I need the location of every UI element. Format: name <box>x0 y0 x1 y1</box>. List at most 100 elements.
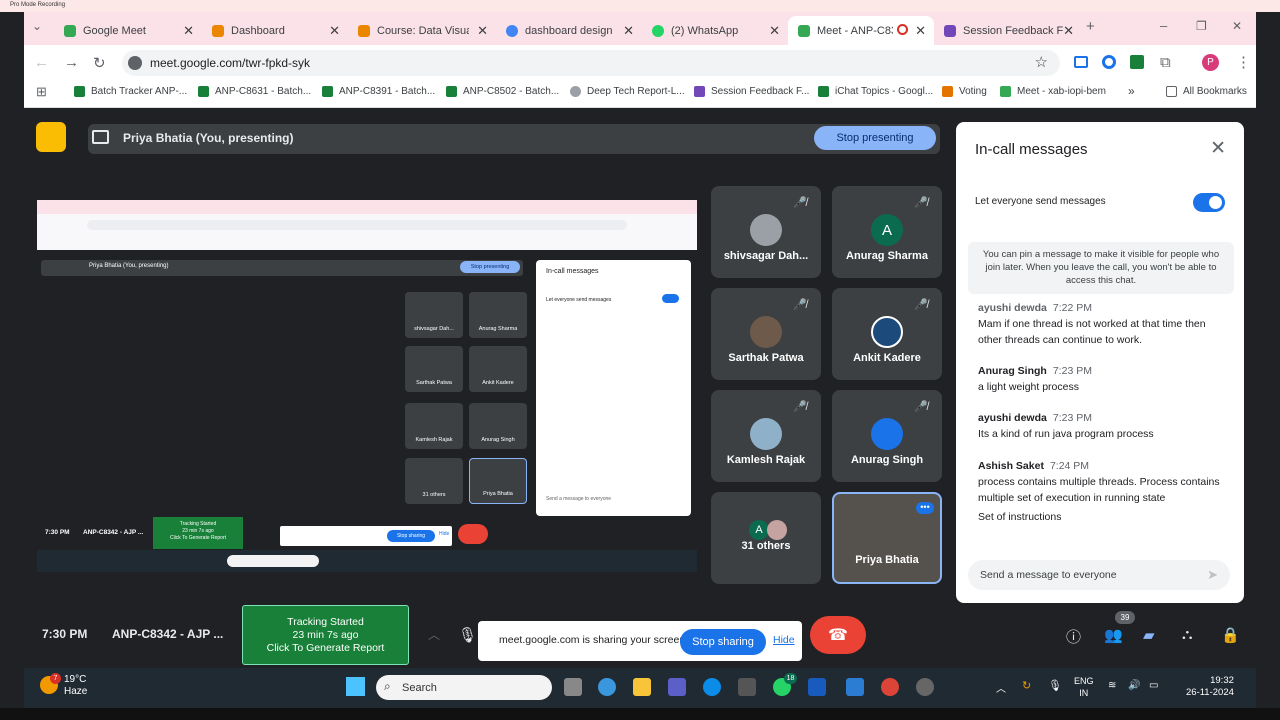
more-options-icon[interactable]: ••• <box>916 502 934 514</box>
participant-tile[interactable]: 🎤̸ Kamlesh Rajak <box>711 390 821 482</box>
bookmark-session-feedback[interactable]: Session Feedback F... <box>694 86 809 97</box>
tab-meet-active[interactable]: Meet - ANP-C83 ✕ <box>788 16 934 45</box>
all-bookmarks[interactable]: All Bookmarks <box>1166 86 1247 97</box>
site-info-icon[interactable] <box>128 56 142 70</box>
chat-icon[interactable]: ▰ <box>1143 626 1155 644</box>
address-bar[interactable]: meet.google.com/twr-fpkd-syk ☆ <box>122 50 1060 76</box>
new-tab-button[interactable]: + <box>1086 18 1095 35</box>
send-icon[interactable]: ➤ <box>1207 567 1218 583</box>
participant-tile[interactable]: 🎤̸ shivsagar Dah... <box>711 186 821 278</box>
maximize-button[interactable]: ❐ <box>1196 19 1207 33</box>
participant-tile[interactable]: 🎤̸ Anurag Singh <box>832 390 942 482</box>
volume-icon[interactable]: 🔊 <box>1128 680 1140 691</box>
profile-avatar[interactable]: P <box>1202 54 1219 71</box>
extension-icon[interactable] <box>1102 55 1116 69</box>
chevron-up-icon[interactable]: ︿ <box>428 626 440 643</box>
language-indicator[interactable]: ENG IN <box>1074 675 1094 699</box>
close-icon[interactable]: ✕ <box>1210 137 1226 160</box>
participant-tile[interactable]: 🎤̸ Sarthak Patwa <box>711 288 821 380</box>
mini-toggle <box>662 294 679 303</box>
mini-tile: Ankit Kadere <box>469 346 527 392</box>
windows-start-icon[interactable] <box>346 677 365 696</box>
chat-input[interactable]: Send a message to everyone ➤ <box>968 560 1230 590</box>
cast-icon[interactable] <box>1074 56 1088 68</box>
close-tab-icon[interactable]: ✕ <box>329 23 340 39</box>
chevron-up-tray-icon[interactable]: ︿ <box>996 680 1006 695</box>
close-tab-icon[interactable]: ✕ <box>769 23 780 39</box>
tab-whatsapp[interactable]: (2) WhatsApp ✕ <box>642 16 788 45</box>
allow-messages-toggle[interactable] <box>1193 193 1225 212</box>
others-tile[interactable]: A 31 others <box>711 492 821 584</box>
tab-dashboard[interactable]: Dashboard ✕ <box>202 16 348 45</box>
sync-icon[interactable]: ↻ <box>1022 679 1031 692</box>
extensions-puzzle-icon[interactable]: ⧉ <box>1160 54 1171 71</box>
tab-session-feedback[interactable]: Session Feedback F ✕ <box>934 16 1082 45</box>
tab-course[interactable]: Course: Data Visualiz ✕ <box>348 16 496 45</box>
bookmark-ichat[interactable]: iChat Topics - Googl... <box>818 86 933 97</box>
bookmark-c8631[interactable]: ANP-C8631 - Batch... <box>198 86 311 97</box>
meet-favicon <box>64 24 76 37</box>
self-video-tile[interactable]: ••• Priya Bhatia <box>832 492 942 584</box>
message-text: a light weight process <box>978 381 1079 393</box>
taskbar-clock[interactable]: 19:32 26-11-2024 <box>1186 675 1234 699</box>
mic-tray-icon[interactable]: 🎙 <box>1048 679 1062 692</box>
chrome-icon[interactable] <box>881 678 899 696</box>
task-view-icon[interactable] <box>564 678 582 696</box>
battery-icon[interactable]: ▭ <box>1149 680 1158 691</box>
forward-arrow-icon[interactable]: → <box>64 54 79 71</box>
weather-widget[interactable]: 19°C Haze <box>64 674 87 698</box>
hide-button[interactable]: Hide <box>773 634 795 646</box>
minimize-button[interactable]: – <box>1160 18 1167 33</box>
menu-kebab-icon[interactable]: ⋮ <box>1236 53 1251 71</box>
close-tab-icon[interactable]: ✕ <box>623 23 634 39</box>
close-tab-icon[interactable]: ✕ <box>183 23 194 39</box>
stop-presenting-button[interactable]: Stop presenting <box>814 126 936 150</box>
close-window-button[interactable]: ✕ <box>1232 19 1242 33</box>
file-explorer-icon[interactable] <box>633 678 651 696</box>
tracker-extension-icon[interactable] <box>1130 55 1144 69</box>
meeting-details-icon[interactable]: ⓘ <box>1066 626 1081 647</box>
bookmark-star-icon[interactable]: ☆ <box>1035 53 1048 71</box>
close-tab-icon[interactable]: ✕ <box>1063 23 1074 39</box>
bookmark-deep-tech[interactable]: Deep Tech Report-L... <box>570 86 685 97</box>
bookmarks-overflow-icon[interactable]: » <box>1128 84 1135 98</box>
tab-dashboard-design[interactable]: dashboard design in ✕ <box>496 16 642 45</box>
copilot-icon[interactable] <box>598 678 616 696</box>
settings-gear-icon[interactable] <box>916 678 934 696</box>
mini-tile-name: 31 others <box>422 492 446 498</box>
people-icon[interactable]: 👥 <box>1104 626 1123 644</box>
back-arrow-icon[interactable]: ← <box>34 54 49 71</box>
bookmark-label: Meet - xab-iopi-bem <box>1017 86 1106 97</box>
apps-grid-icon[interactable]: ⊞ <box>36 84 47 100</box>
leave-call-button[interactable]: ☎ <box>810 616 866 654</box>
mini-tile-name: Priya Bhatia <box>483 491 513 497</box>
activities-icon[interactable]: ⛬ <box>1182 626 1193 643</box>
close-tab-icon[interactable]: ✕ <box>915 23 926 39</box>
bookmark-meet[interactable]: Meet - xab-iopi-bem <box>1000 86 1106 97</box>
bookmark-batch-tracker[interactable]: Batch Tracker ANP-... <box>74 86 187 97</box>
bookmark-c8391[interactable]: ANP-C8391 - Batch... <box>322 86 435 97</box>
reload-icon[interactable]: ↻ <box>93 54 106 72</box>
bookmark-voting[interactable]: Voting <box>942 86 987 97</box>
microphone-icon[interactable]: 🎙 <box>458 626 477 644</box>
store-icon[interactable] <box>738 678 756 696</box>
teams-icon[interactable] <box>668 678 686 696</box>
bookmark-c8502[interactable]: ANP-C8502 - Batch... <box>446 86 559 97</box>
word-icon[interactable] <box>808 678 826 696</box>
tracking-report-button[interactable]: Tracking Started 23 min 7s ago Click To … <box>242 605 409 665</box>
host-controls-icon[interactable]: 🔒 <box>1221 626 1240 644</box>
stop-sharing-button[interactable]: Stop sharing <box>680 629 766 655</box>
wifi-icon[interactable]: ≋ <box>1108 680 1116 691</box>
tab-search-icon[interactable]: ⌄ <box>32 19 42 33</box>
tab-label: Meet - ANP-C83 <box>817 24 893 37</box>
present-screen-icon <box>92 130 109 144</box>
participant-tile[interactable]: 🎤̸ A Anurag Sharma <box>832 186 942 278</box>
mini-tile: Anurag Singh <box>469 403 527 449</box>
close-tab-icon[interactable]: ✕ <box>477 23 488 39</box>
tab-google-meet[interactable]: Google Meet ✕ <box>54 16 202 45</box>
whatsapp-badge: 18 <box>784 673 797 684</box>
taskbar-search[interactable]: ⌕ Search <box>376 675 552 700</box>
participant-tile[interactable]: 🎤̸ Ankit Kadere <box>832 288 942 380</box>
edge-icon[interactable] <box>703 678 721 696</box>
notepad-icon[interactable] <box>846 678 864 696</box>
